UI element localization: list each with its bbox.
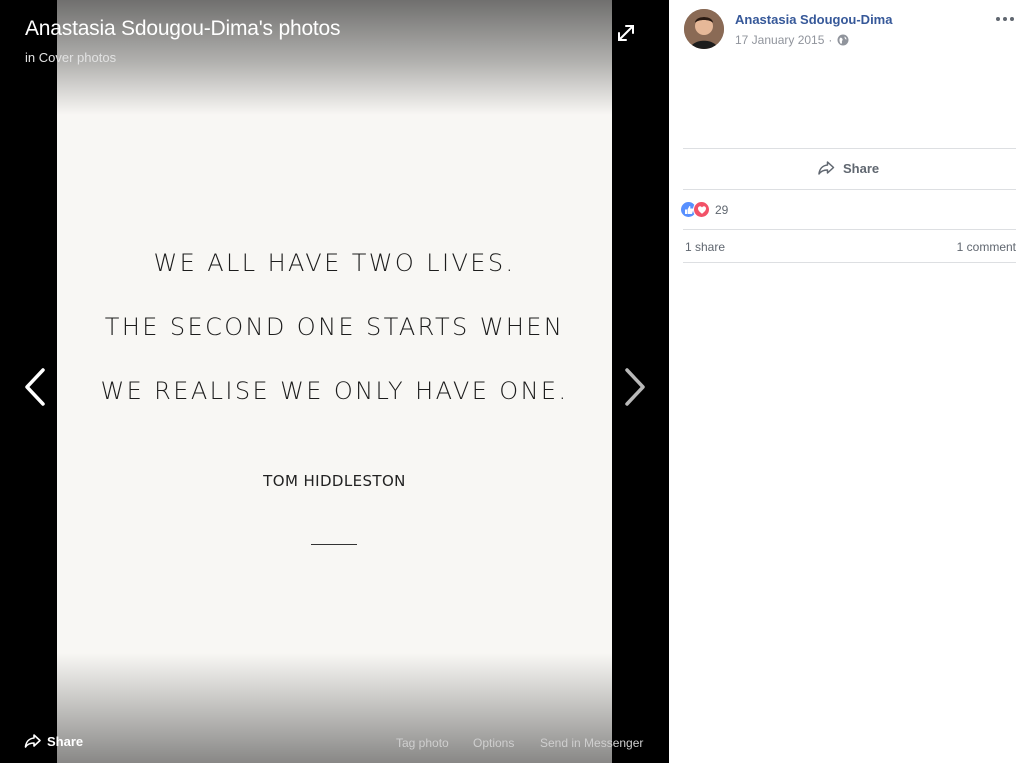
divider <box>683 189 1016 190</box>
quote-author: TOM HIDDLESTON <box>263 472 406 490</box>
tag-photo-button[interactable]: Tag photo <box>396 736 449 750</box>
quote-line-3: WE REALISE WE ONLY HAVE ONE. <box>100 377 569 405</box>
divider <box>683 262 1016 263</box>
globe-icon <box>837 34 849 46</box>
reactions-summary[interactable]: 29 <box>680 201 728 218</box>
album-link[interactable]: Cover photos <box>39 50 116 65</box>
divider <box>683 229 1016 230</box>
more-options-icon[interactable] <box>995 12 1015 26</box>
date-separator: · <box>828 33 833 47</box>
quote-line-1: WE ALL HAVE TWO LIVES. <box>153 249 516 277</box>
post-date: 17 January 2015 · <box>735 33 849 47</box>
love-icon <box>693 201 710 218</box>
quote-rule <box>311 544 357 545</box>
viewer-share-button[interactable]: Share <box>24 733 83 749</box>
share-arrow-icon <box>24 734 41 748</box>
share-arrow-icon <box>818 161 835 175</box>
next-arrow-icon[interactable] <box>620 365 650 409</box>
share-button-label: Share <box>843 160 880 176</box>
divider <box>683 148 1016 149</box>
photo-viewer: WE ALL HAVE TWO LIVES. THE SECOND ONE ST… <box>0 0 669 763</box>
expand-icon[interactable] <box>614 21 638 45</box>
send-in-messenger-button[interactable]: Send in Messenger <box>540 736 643 750</box>
viewer-title[interactable]: Anastasia Sdougou-Dima's photos <box>25 17 341 41</box>
shares-count-link[interactable]: 1 share <box>685 240 725 254</box>
author-name-link[interactable]: Anastasia Sdougou-Dima <box>735 12 892 27</box>
post-date-text[interactable]: 17 January 2015 <box>735 33 824 47</box>
reaction-count: 29 <box>715 202 729 217</box>
avatar[interactable] <box>684 9 724 49</box>
viewer-subtitle: in Cover photos <box>25 50 116 65</box>
share-button[interactable]: Share <box>817 160 879 176</box>
viewer-share-label: Share <box>47 733 84 749</box>
previous-arrow-icon[interactable] <box>20 365 50 409</box>
subtitle-prefix: in <box>25 50 36 65</box>
quote-line-2: THE SECOND ONE STARTS WHEN <box>104 313 565 341</box>
photo-info-panel: Anastasia Sdougou-Dima 17 January 2015 ·… <box>669 0 1024 763</box>
comments-count-link[interactable]: 1 comment <box>957 240 1016 254</box>
options-button[interactable]: Options <box>473 736 514 750</box>
